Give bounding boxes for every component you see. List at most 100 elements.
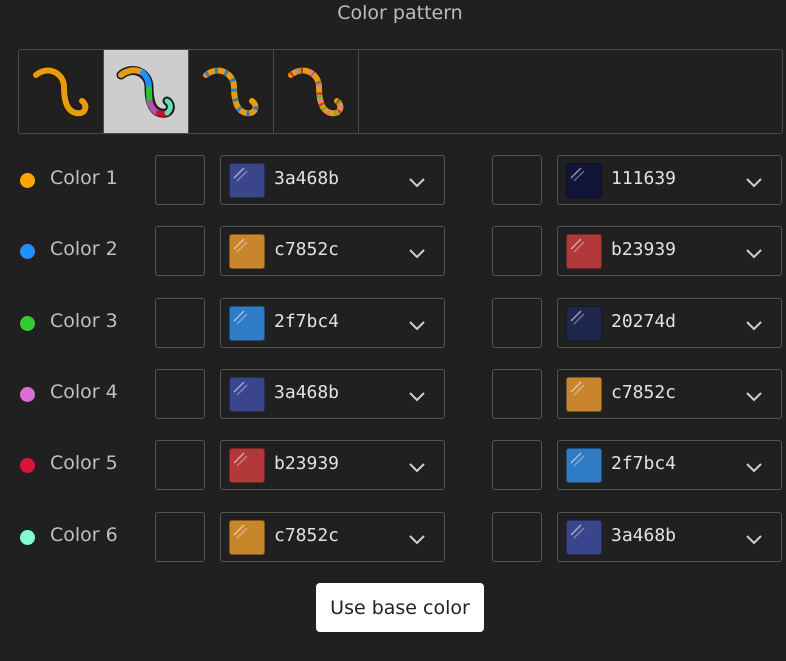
color-swatch <box>566 306 602 341</box>
swatch-gloss-icon <box>567 521 601 554</box>
hex-value: b23939 <box>274 453 340 474</box>
color-swatch <box>229 306 265 341</box>
swatch-gloss-icon <box>567 164 601 197</box>
color-swatch <box>229 377 265 412</box>
hex-value: c7852c <box>274 239 340 260</box>
pattern-option-speckled[interactable] <box>274 50 359 133</box>
color-row: Color 4 3a468b c7852c <box>0 369 786 419</box>
swatch-gloss-icon <box>567 378 601 411</box>
chevron-down-icon <box>408 388 426 407</box>
swatch-gloss-icon <box>230 449 264 482</box>
color-row-label: Color 5 <box>50 452 118 474</box>
empty-color-slot-left[interactable] <box>155 369 205 419</box>
empty-color-slot-left[interactable] <box>155 298 205 348</box>
pattern-option-dotted[interactable] <box>189 50 274 133</box>
color-row-label: Color 2 <box>50 238 118 260</box>
color-indicator-dot <box>20 387 35 402</box>
color-dropdown-left[interactable]: c7852c <box>220 512 445 562</box>
color-swatch <box>229 520 265 555</box>
hex-value: 2f7bc4 <box>274 311 340 332</box>
color-swatch <box>566 377 602 412</box>
color-row-label: Color 1 <box>50 167 118 189</box>
color-indicator-dot <box>20 458 35 473</box>
chevron-down-icon <box>408 174 426 193</box>
swatch-gloss-icon <box>230 378 264 411</box>
chevron-down-icon <box>408 317 426 336</box>
swatch-gloss-icon <box>230 235 264 268</box>
color-row: Color 6 c7852c 3a468b <box>0 512 786 562</box>
color-dropdown-left[interactable]: c7852c <box>220 226 445 276</box>
hex-value: b23939 <box>611 239 677 260</box>
hex-value: c7852c <box>611 382 677 403</box>
hex-value: 3a468b <box>274 168 340 189</box>
color-indicator-dot <box>20 244 35 259</box>
use-base-color-button[interactable]: Use base color <box>316 583 484 632</box>
color-row-label: Color 6 <box>50 524 118 546</box>
empty-color-slot-right[interactable] <box>492 155 542 205</box>
pattern-option-multicolor[interactable] <box>104 50 189 133</box>
pattern-option-solid[interactable] <box>19 50 104 133</box>
swatch-gloss-icon <box>230 521 264 554</box>
section-title: Color pattern <box>337 2 463 24</box>
color-indicator-dot <box>20 173 35 188</box>
color-dropdown-left[interactable]: 3a468b <box>220 155 445 205</box>
color-dropdown-right[interactable]: 3a468b <box>557 512 782 562</box>
empty-color-slot-left[interactable] <box>155 226 205 276</box>
color-row-label: Color 3 <box>50 310 118 332</box>
color-swatch <box>566 234 602 269</box>
color-row: Color 2 c7852c b23939 <box>0 226 786 276</box>
color-row: Color 5 b23939 2f7bc4 <box>0 440 786 490</box>
empty-color-slot-right[interactable] <box>492 226 542 276</box>
color-swatch <box>229 448 265 483</box>
color-row: Color 3 2f7bc4 20274d <box>0 298 786 348</box>
chevron-down-icon <box>745 317 763 336</box>
hex-value: 3a468b <box>274 382 340 403</box>
chevron-down-icon <box>408 459 426 478</box>
chevron-down-icon <box>745 531 763 550</box>
hex-value: c7852c <box>274 525 340 546</box>
color-swatch <box>566 448 602 483</box>
color-dropdown-left[interactable]: 2f7bc4 <box>220 298 445 348</box>
empty-color-slot-right[interactable] <box>492 512 542 562</box>
hex-value: 111639 <box>611 168 677 189</box>
worm-speckled-icon <box>286 65 345 118</box>
empty-color-slot-left[interactable] <box>155 155 205 205</box>
worm-solid-icon <box>31 65 90 118</box>
empty-color-slot-right[interactable] <box>492 369 542 419</box>
hex-value: 20274d <box>611 311 677 332</box>
color-row-label: Color 4 <box>50 381 118 403</box>
color-swatch <box>566 520 602 555</box>
chevron-down-icon <box>408 531 426 550</box>
empty-color-slot-right[interactable] <box>492 440 542 490</box>
color-swatch <box>229 234 265 269</box>
color-row: Color 1 3a468b 111639 <box>0 155 786 205</box>
swatch-gloss-icon <box>230 164 264 197</box>
worm-multicolor-icon <box>116 65 175 118</box>
chevron-down-icon <box>745 388 763 407</box>
color-dropdown-right[interactable]: b23939 <box>557 226 782 276</box>
swatch-gloss-icon <box>230 307 264 340</box>
swatch-gloss-icon <box>567 449 601 482</box>
color-dropdown-right[interactable]: 111639 <box>557 155 782 205</box>
color-swatch <box>229 163 265 198</box>
hex-value: 2f7bc4 <box>611 453 677 474</box>
color-indicator-dot <box>20 530 35 545</box>
color-dropdown-left[interactable]: 3a468b <box>220 369 445 419</box>
hex-value: 3a468b <box>611 525 677 546</box>
color-swatch <box>566 163 602 198</box>
color-dropdown-left[interactable]: b23939 <box>220 440 445 490</box>
swatch-gloss-icon <box>567 307 601 340</box>
chevron-down-icon <box>745 459 763 478</box>
chevron-down-icon <box>408 245 426 264</box>
color-dropdown-right[interactable]: 2f7bc4 <box>557 440 782 490</box>
swatch-gloss-icon <box>567 235 601 268</box>
empty-color-slot-left[interactable] <box>155 440 205 490</box>
color-dropdown-right[interactable]: c7852c <box>557 369 782 419</box>
color-indicator-dot <box>20 316 35 331</box>
pattern-selector <box>18 49 783 134</box>
chevron-down-icon <box>745 174 763 193</box>
empty-color-slot-left[interactable] <box>155 512 205 562</box>
color-dropdown-right[interactable]: 20274d <box>557 298 782 348</box>
empty-color-slot-right[interactable] <box>492 298 542 348</box>
chevron-down-icon <box>745 245 763 264</box>
